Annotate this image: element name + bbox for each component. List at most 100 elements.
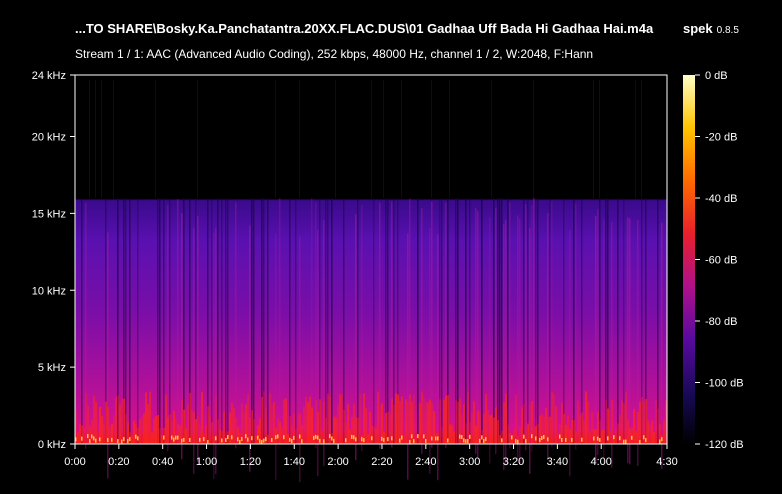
spectrogram-peak [87,434,89,439]
spectrogram-low-band [621,400,623,444]
colorbar-tick-label: -60 dB [705,255,737,267]
spectrogram-column [311,198,313,445]
time-tick-label: 0:00 [64,456,85,468]
spectrogram-peak [559,434,561,439]
spectrogram-low-band [415,435,417,444]
spectrogram-column [387,198,389,444]
spectrogram-peak [99,437,101,442]
spectrogram-low-band [645,398,647,444]
spectrogram-low-band [453,431,455,444]
spectrogram-peak [619,436,621,441]
spectrogram-column [331,198,333,444]
spectrogram-artifact [275,80,276,198]
spectrogram-column [475,207,477,454]
spectrogram-low-band [363,393,365,444]
spectrogram-column [343,198,345,444]
spectrogram-low-band [429,399,431,444]
spectrogram-low-band [137,427,139,444]
spectrogram-low-band [181,399,183,444]
spectrogram-low-band [155,416,157,444]
spectrogram-peak [189,437,191,442]
spectrogram-peak [469,434,471,439]
spectrogram-peak [461,435,463,440]
spectrogram-low-band [285,398,287,444]
spectrogram-peak [541,435,543,440]
spectrogram-peak [315,434,317,439]
spectrogram-low-band [595,429,597,444]
spectrogram-peak [625,439,627,444]
spectrogram-low-band [159,428,161,444]
spectrogram-column [417,198,419,444]
freq-tick-label: 15 kHz [32,208,66,220]
spectrogram-column [533,198,535,445]
spectrogram-column [603,219,605,466]
spectrogram-low-band [513,429,515,444]
spectrogram-low-band [269,393,271,444]
spectrogram-low-band [205,425,207,444]
spectrogram-peak [391,436,393,441]
spectrogram-low-band [377,391,379,444]
spectrogram-low-band [397,394,399,444]
spectrogram-column [125,198,127,444]
spectrogram-peak [117,439,119,444]
spectrogram-low-band [635,430,637,444]
spectrogram-low-band [303,406,305,444]
spectrogram-low-band [177,423,179,444]
spectrogram-column [211,198,213,444]
spectrogram-low-band [339,394,341,444]
spectrogram-peak [261,439,263,444]
spectrogram-low-band [649,424,651,444]
spectrogram-low-band [229,412,231,444]
spectrogram-low-band [587,401,589,444]
spectrogram-column [535,198,537,444]
spectrogram-peak [361,437,363,442]
spectrogram-peak [313,436,315,441]
time-tick-label: 1:40 [284,456,305,468]
spectrogram-low-band [327,393,329,444]
spectrogram-peak [207,439,209,444]
spectrogram-column [217,198,219,444]
spectrogram-low-band [553,393,555,444]
time-tick-label: 2:40 [415,456,436,468]
spectrogram-low-band [305,396,307,444]
spectrogram-peak [95,438,97,443]
spectrogram-peak [345,438,347,443]
spectrogram-low-band [509,433,511,444]
spectrogram-peak [127,439,129,444]
spectrogram-low-band [527,423,529,444]
spectrogram-peak [581,437,583,442]
spectrogram-low-band [103,424,105,444]
spectrogram-column [617,198,619,444]
spectrogram-peak [431,436,433,441]
spectrogram-low-band [555,406,557,444]
spectrogram-low-band [609,431,611,444]
spectrogram-column [81,198,83,444]
spectrogram-low-band [463,404,465,444]
spectrogram-column [493,198,495,444]
spectrogram-low-band [337,404,339,444]
time-tick-label: 4:30 [656,456,677,468]
spectrogram-low-band [485,394,487,444]
spectrogram-low-band [471,412,473,444]
spectrogram-peak [363,438,365,443]
spectrogram-peak [241,437,243,442]
spectrogram-low-band [569,428,571,444]
spectrogram-low-band [591,412,593,444]
spectrogram-low-band [623,403,625,444]
spectrogram-peak [181,438,183,443]
spectrogram-peak [613,435,615,440]
spectrogram-peak [467,439,469,444]
spectrogram-peak [543,434,545,439]
spectrogram-low-band [399,400,401,444]
spectrogram-low-band [311,407,313,444]
spectrogram-low-band [87,405,89,444]
spectrogram-low-band [147,404,149,444]
spectrogram-low-band [529,404,531,444]
spectrogram-artifact [101,80,102,198]
spectrogram-peak [291,438,293,443]
spectrogram-column [357,198,359,444]
colorbar-tick-label: -40 dB [705,193,737,205]
spectrogram-low-band [441,426,443,444]
spectrogram-peak [639,439,641,444]
spectrogram-low-band [169,414,171,444]
